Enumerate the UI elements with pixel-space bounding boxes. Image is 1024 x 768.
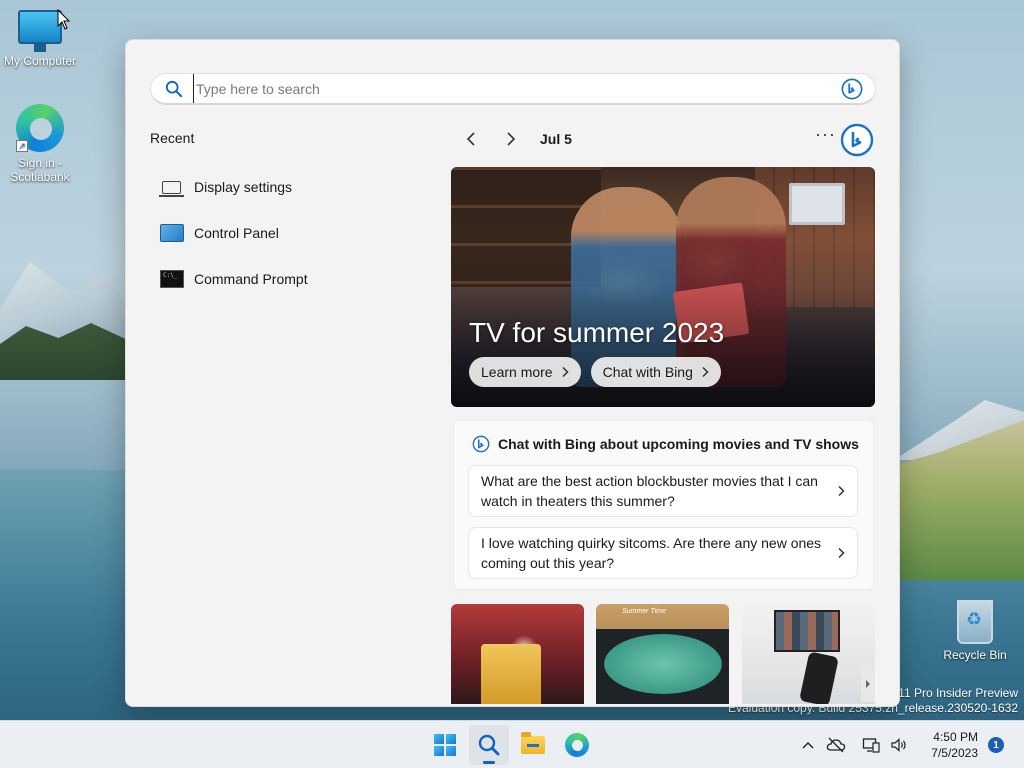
system-tray: 4:50 PM 7/5/2023 1 — [794, 721, 1024, 768]
desktop-icon-scotiabank[interactable]: ↗ Sign in - Scotiabank — [0, 104, 80, 184]
cloud-offline-icon — [827, 737, 846, 753]
edge-button[interactable] — [557, 725, 597, 765]
command-prompt-icon — [160, 270, 184, 288]
taskbar-apps — [425, 721, 597, 768]
desktop-icon-label: Recycle Bin — [943, 648, 1007, 662]
previous-button[interactable] — [456, 126, 486, 152]
mouse-cursor-icon — [57, 9, 71, 30]
recent-item-label: Control Panel — [194, 225, 279, 241]
highlights-date: Jul 5 — [540, 131, 572, 147]
search-icon — [478, 734, 500, 756]
desktop-icon-label: Sign in - Scotiabank — [10, 156, 70, 184]
tv-remote-thumbnail[interactable] — [742, 604, 875, 704]
search-panel: Recent Display settings Control Panel Co… — [125, 39, 900, 707]
show-hidden-icons-button[interactable] — [797, 734, 819, 756]
thumbnail-overlay-text: Summer Time — [622, 608, 666, 615]
taskbar: 4:50 PM 7/5/2023 1 — [0, 720, 1024, 768]
bing-chat-icon[interactable] — [841, 78, 863, 100]
learn-more-label: Learn more — [481, 364, 553, 380]
network-button[interactable] — [860, 734, 882, 756]
chat-suggestion[interactable]: What are the best action blockbuster mov… — [468, 465, 858, 517]
desktop-icon-recycle-bin[interactable]: Recycle Bin — [935, 600, 1015, 662]
search-input[interactable] — [193, 74, 841, 103]
next-button[interactable] — [496, 126, 526, 152]
turntable-thumbnail[interactable]: Summer Time — [596, 604, 729, 704]
speaker-icon — [891, 738, 906, 752]
popcorn-thumbnail[interactable] — [451, 604, 584, 704]
recycle-bin-icon — [957, 600, 993, 644]
chevron-up-icon — [802, 742, 814, 749]
chat-with-bing-button[interactable]: Chat with Bing — [590, 357, 721, 387]
volume-button[interactable] — [888, 734, 910, 756]
recent-item-label: Display settings — [194, 179, 293, 195]
chevron-right-icon — [507, 132, 516, 146]
chat-suggestion-text: What are the best action blockbuster mov… — [481, 473, 818, 509]
network-icon — [863, 738, 880, 753]
search-icon — [165, 80, 183, 97]
control-panel-icon — [160, 224, 184, 242]
hero-card[interactable]: TV for summer 2023 Learn more Chat with … — [451, 167, 875, 407]
file-explorer-button[interactable] — [513, 725, 553, 765]
clock[interactable]: 4:50 PM 7/5/2023 — [931, 729, 978, 761]
chevron-right-icon — [702, 366, 709, 378]
monitor-icon — [18, 10, 62, 52]
recent-item-display-settings[interactable]: Display settings — [159, 164, 420, 210]
clock-time: 4:50 PM — [933, 730, 978, 744]
recent-item-control-panel[interactable]: Control Panel — [160, 210, 420, 256]
caret-right-icon — [866, 680, 870, 688]
shortcut-arrow-icon: ↗ — [16, 140, 28, 152]
notification-badge[interactable]: 1 — [988, 737, 1004, 753]
edge-icon — [565, 733, 589, 757]
onedrive-offline-button[interactable] — [825, 734, 847, 756]
chevron-right-icon — [838, 485, 845, 497]
hero-title: TV for summer 2023 — [469, 317, 725, 348]
recent-item-label: Command Prompt — [194, 271, 308, 287]
recent-item-command-prompt[interactable]: Command Prompt — [160, 256, 420, 302]
file-explorer-icon — [521, 732, 545, 754]
search-box[interactable] — [150, 73, 876, 105]
hero-image-monitor — [789, 183, 845, 225]
clock-date: 7/5/2023 — [931, 746, 978, 760]
start-button[interactable] — [425, 725, 465, 765]
learn-more-button[interactable]: Learn more — [469, 357, 581, 387]
chevron-right-icon — [838, 547, 845, 559]
recent-heading: Recent — [150, 130, 195, 146]
thumbnail-row: Summer Time — [451, 604, 875, 704]
desktop-icon-label: My Computer — [3, 54, 77, 68]
chevron-right-icon — [562, 366, 569, 378]
highlights-nav: Jul 5 ··· — [456, 123, 876, 157]
bing-chat-card: Chat with Bing about upcoming movies and… — [453, 420, 874, 590]
bing-chat-icon — [472, 435, 490, 453]
recent-list: Display settings Control Panel Command P… — [159, 164, 420, 302]
chat-card-heading: Chat with Bing about upcoming movies and… — [472, 435, 859, 453]
chevron-left-icon — [466, 132, 475, 146]
chat-suggestion-text: I love watching quirky sitcoms. Are ther… — [481, 535, 822, 571]
start-icon — [434, 734, 456, 756]
scroll-right-button[interactable] — [861, 666, 875, 702]
hero-buttons: Learn more Chat with Bing — [469, 357, 721, 387]
taskbar-search-button[interactable] — [469, 725, 509, 765]
chat-card-heading-text: Chat with Bing about upcoming movies and… — [498, 436, 859, 452]
display-icon — [159, 180, 184, 197]
chat-suggestion[interactable]: I love watching quirky sitcoms. Are ther… — [468, 527, 858, 579]
more-options-button[interactable]: ··· — [815, 124, 836, 145]
chat-with-bing-label: Chat with Bing — [602, 364, 693, 380]
bing-logo-icon[interactable] — [840, 123, 874, 157]
